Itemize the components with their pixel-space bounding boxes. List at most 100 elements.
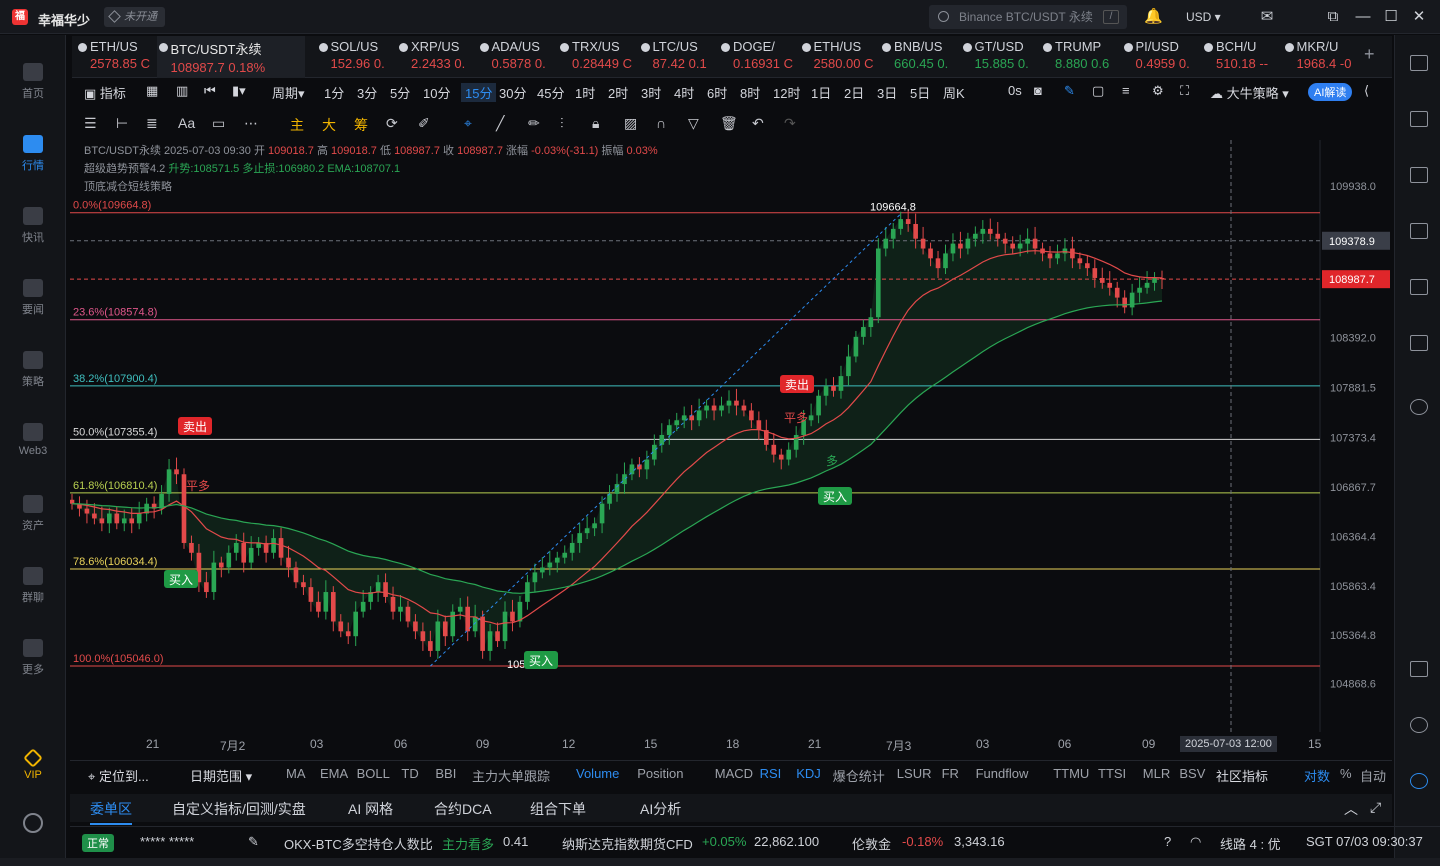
close-icon[interactable]: ✕ <box>1410 8 1428 26</box>
indicator-option[interactable]: TD <box>401 766 418 781</box>
big-order-toggle[interactable]: 大 <box>322 115 336 135</box>
mascot-icon[interactable] <box>1410 773 1428 789</box>
compass-icon[interactable] <box>1410 399 1428 415</box>
cursor-icon[interactable]: ⌖ <box>464 115 472 132</box>
chat-bubble-icon[interactable]: ▢ <box>1092 83 1104 99</box>
ticker-tab[interactable]: TRUMP 8.880 0.6 <box>1041 36 1121 78</box>
interval-option[interactable]: 3时 <box>641 83 661 102</box>
ticker-tab[interactable]: SOL/US 152.96 0. <box>317 36 397 78</box>
ticker-tab[interactable]: ETH/US 2580.00 C <box>800 36 880 78</box>
sidebar-item-home[interactable]: 首页 <box>0 63 66 101</box>
sidebar-item-headlines[interactable]: 要闻 <box>0 279 66 317</box>
indicator-option[interactable]: Fundflow <box>976 766 1029 781</box>
indicator-option[interactable]: MLR <box>1143 766 1170 781</box>
list-icon[interactable] <box>1410 55 1428 71</box>
tab-ai-analysis[interactable]: AI分析 <box>640 799 681 819</box>
ticker-tab[interactable]: BTC/USDT永续 108987.7 0.18% <box>156 36 305 78</box>
minimize-icon[interactable]: — <box>1354 8 1372 26</box>
help-icon[interactable]: ? <box>1164 834 1171 849</box>
interval-option[interactable]: 4时 <box>674 83 694 102</box>
card-icon[interactable] <box>1410 335 1428 351</box>
interval-option[interactable]: 30分 <box>499 83 526 102</box>
sidebar-item-vip[interactable]: VIP <box>0 748 66 781</box>
share-icon[interactable]: ⟨ <box>1364 83 1369 99</box>
strategy-select[interactable]: ☁ 大牛策略 ▾ <box>1210 83 1289 102</box>
ai-analyze-button[interactable]: AI解读 <box>1308 83 1353 101</box>
sidebar-item-chat[interactable]: 群聊 <box>0 567 66 605</box>
calendar-icon[interactable]: ▦ <box>146 83 158 99</box>
network-line[interactable]: 线路 4 : 优 <box>1220 834 1281 853</box>
magnet-icon[interactable]: ∩ <box>656 115 666 131</box>
interval-option[interactable]: 45分 <box>537 83 564 102</box>
camera-icon[interactable]: ◙ <box>1034 83 1042 98</box>
gold-name[interactable]: 伦敦金 <box>852 834 891 853</box>
edit-icon[interactable]: ✎ <box>248 834 259 850</box>
tab-custom-indicator[interactable]: 自定义指标/回测/实盘 <box>172 799 306 819</box>
chip-toggle[interactable]: 筹 <box>354 115 368 135</box>
trash-icon[interactable]: 🗑︎ <box>720 115 738 132</box>
menu-icon[interactable]: ☰ <box>84 115 97 132</box>
indicator-option[interactable]: 主力大单跟踪 <box>472 766 550 785</box>
ticker-tab[interactable]: ADA/US 0.5878 0. <box>478 36 558 78</box>
candle-type-icon[interactable]: ▮▾ <box>232 83 246 99</box>
mail-icon[interactable]: ✉ <box>1258 8 1276 26</box>
interval-option[interactable]: 1时 <box>575 83 595 102</box>
replay-icon[interactable]: ⏮ <box>204 83 216 99</box>
layout-icon[interactable] <box>1410 661 1428 677</box>
interval-option[interactable]: 2日 <box>844 83 864 102</box>
ticker-tab[interactable]: PI/USD 0.4959 0. <box>1122 36 1202 78</box>
ticker-tab[interactable]: DOGE/0.16931 C <box>719 36 799 78</box>
text-tool-icon[interactable]: Aa <box>178 115 195 131</box>
indicator-option[interactable]: LSUR <box>897 766 932 781</box>
brush-icon[interactable]: ✐ <box>418 115 430 132</box>
indicator-option[interactable]: 爆仓统计 <box>833 766 885 785</box>
interval-option[interactable]: 5分 <box>390 83 410 102</box>
pencil-icon[interactable]: ✏ <box>528 115 540 132</box>
interval-option[interactable]: 3分 <box>357 83 377 102</box>
log-scale-toggle[interactable]: 对数 <box>1304 766 1330 785</box>
indicator-option[interactable]: KDJ <box>796 766 821 781</box>
dollar-icon[interactable] <box>1410 167 1428 183</box>
interval-option[interactable]: 2时 <box>608 83 628 102</box>
line-tool-icon[interactable]: ╱ <box>496 115 504 132</box>
membership-badge[interactable]: 未开通 <box>104 7 165 27</box>
interval-option[interactable]: 15分 <box>461 83 497 102</box>
interval-option[interactable]: 1分 <box>324 83 344 102</box>
sidebar-item-more[interactable]: 更多 <box>0 639 66 677</box>
ticker-tab[interactable]: TRX/US 0.28449 C <box>558 36 638 78</box>
add-tab-icon[interactable]: + <box>1364 44 1375 65</box>
sidebar-item-web3[interactable]: Web3 <box>0 423 66 457</box>
pattern-icon[interactable]: ⫶ <box>560 115 564 132</box>
redo-icon[interactable]: ↷ <box>784 115 796 132</box>
ticker-tab[interactable]: LTC/US 87.42 0.1 <box>639 36 719 78</box>
undo-icon[interactable]: ↶ <box>752 115 764 132</box>
bell-icon[interactable]: 🔔 <box>1144 8 1163 26</box>
interval-option[interactable]: 周K <box>943 83 965 102</box>
period-select[interactable]: 周期▾ <box>272 83 305 102</box>
candlestick-chart[interactable]: 109938.0 109378.9 108987.7 108392.0 107881.5… <box>69 140 1392 732</box>
ticker-tab[interactable]: GT/USD 15.885 0. <box>961 36 1041 78</box>
headset-icon[interactable] <box>1410 717 1428 733</box>
interval-option[interactable]: 3日 <box>877 83 897 102</box>
horizontal-line-icon[interactable]: ⊢ <box>116 115 128 132</box>
auto-scale-toggle[interactable]: 自动 <box>1360 766 1386 785</box>
settings-button[interactable] <box>0 813 66 837</box>
interval-option[interactable]: 12时 <box>773 83 800 102</box>
multi-line-icon[interactable]: ≣ <box>146 115 158 132</box>
search-input[interactable]: Binance BTC/USDT 永续 / <box>929 5 1127 29</box>
ticker-tab[interactable]: ETH/US 2578.85 C <box>76 36 156 78</box>
lock-icon[interactable]: 🔒︎ <box>592 115 599 132</box>
trend-icon[interactable] <box>1410 223 1428 239</box>
indicator-option[interactable]: EMA <box>320 766 348 781</box>
sidebar-item-strategy[interactable]: 策略 <box>0 351 66 389</box>
sidebar-item-assets[interactable]: 资产 <box>0 495 66 533</box>
list-lines-icon[interactable]: ≡ <box>1122 83 1130 98</box>
tab-dca[interactable]: 合约DCA <box>434 799 492 819</box>
ticker-tab[interactable]: XRP/US 2.2433 0. <box>397 36 477 78</box>
indicator-option[interactable]: BSV <box>1179 766 1205 781</box>
ticker-tab[interactable]: BCH/U 510.18 -- <box>1202 36 1282 78</box>
ticker-tab[interactable]: MKR/U 1968.4 -0 <box>1283 36 1363 78</box>
filter-icon[interactable]: ▽ <box>688 115 699 132</box>
interval-option[interactable]: 5日 <box>910 83 930 102</box>
date-range-select[interactable]: 日期范围 ▾ <box>190 766 252 785</box>
